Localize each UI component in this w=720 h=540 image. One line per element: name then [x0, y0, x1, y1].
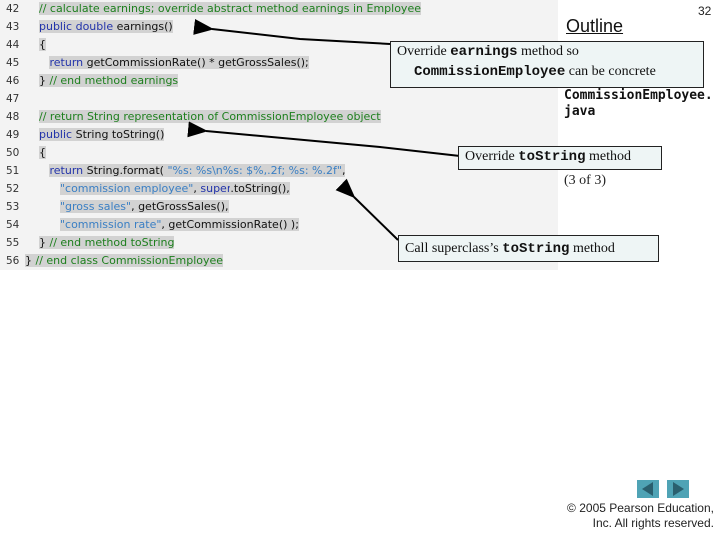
page-number: 32 — [698, 4, 712, 18]
callout-code: toString — [502, 241, 570, 257]
callout-text: Call superclass’s — [405, 241, 503, 256]
callout-text: Override — [465, 149, 519, 164]
copyright-line2: Inc. All rights reserved. — [592, 516, 714, 530]
next-slide-button[interactable] — [667, 480, 689, 498]
file-name-line1: CommissionEmployee. — [564, 88, 713, 103]
callout-text: method so — [517, 44, 579, 59]
arrow-earnings — [193, 19, 391, 45]
arrow-tostring — [187, 121, 461, 157]
callout-code: earnings — [450, 44, 518, 60]
callout-code: toString — [518, 149, 586, 165]
callout-text: method — [585, 149, 631, 164]
callout-text: can be concrete — [565, 64, 656, 79]
arrow-super — [335, 178, 399, 241]
callout-override-earnings: Override earnings method so CommissionEm… — [390, 41, 704, 88]
file-name-line2: java — [564, 104, 596, 119]
next-arrow-icon — [673, 482, 684, 496]
outline-heading: Outline — [566, 16, 624, 36]
callout-text: method — [569, 241, 615, 256]
callout-override-tostring: Override toString method — [458, 146, 662, 170]
file-name: CommissionEmployee. java — [564, 88, 713, 120]
slide-position: (3 of 3) — [564, 173, 606, 188]
copyright-line1: © 2005 Pearson Education, — [567, 501, 714, 515]
previous-slide-button[interactable] — [637, 480, 659, 498]
callout-code: CommissionEmployee — [414, 64, 566, 80]
callout-call-super-tostring: Call superclass’s toString method — [398, 235, 659, 262]
copyright-notice: © 2005 Pearson Education, Inc. All right… — [567, 501, 714, 531]
previous-arrow-icon — [642, 482, 653, 496]
callout-text: Override — [397, 44, 451, 59]
